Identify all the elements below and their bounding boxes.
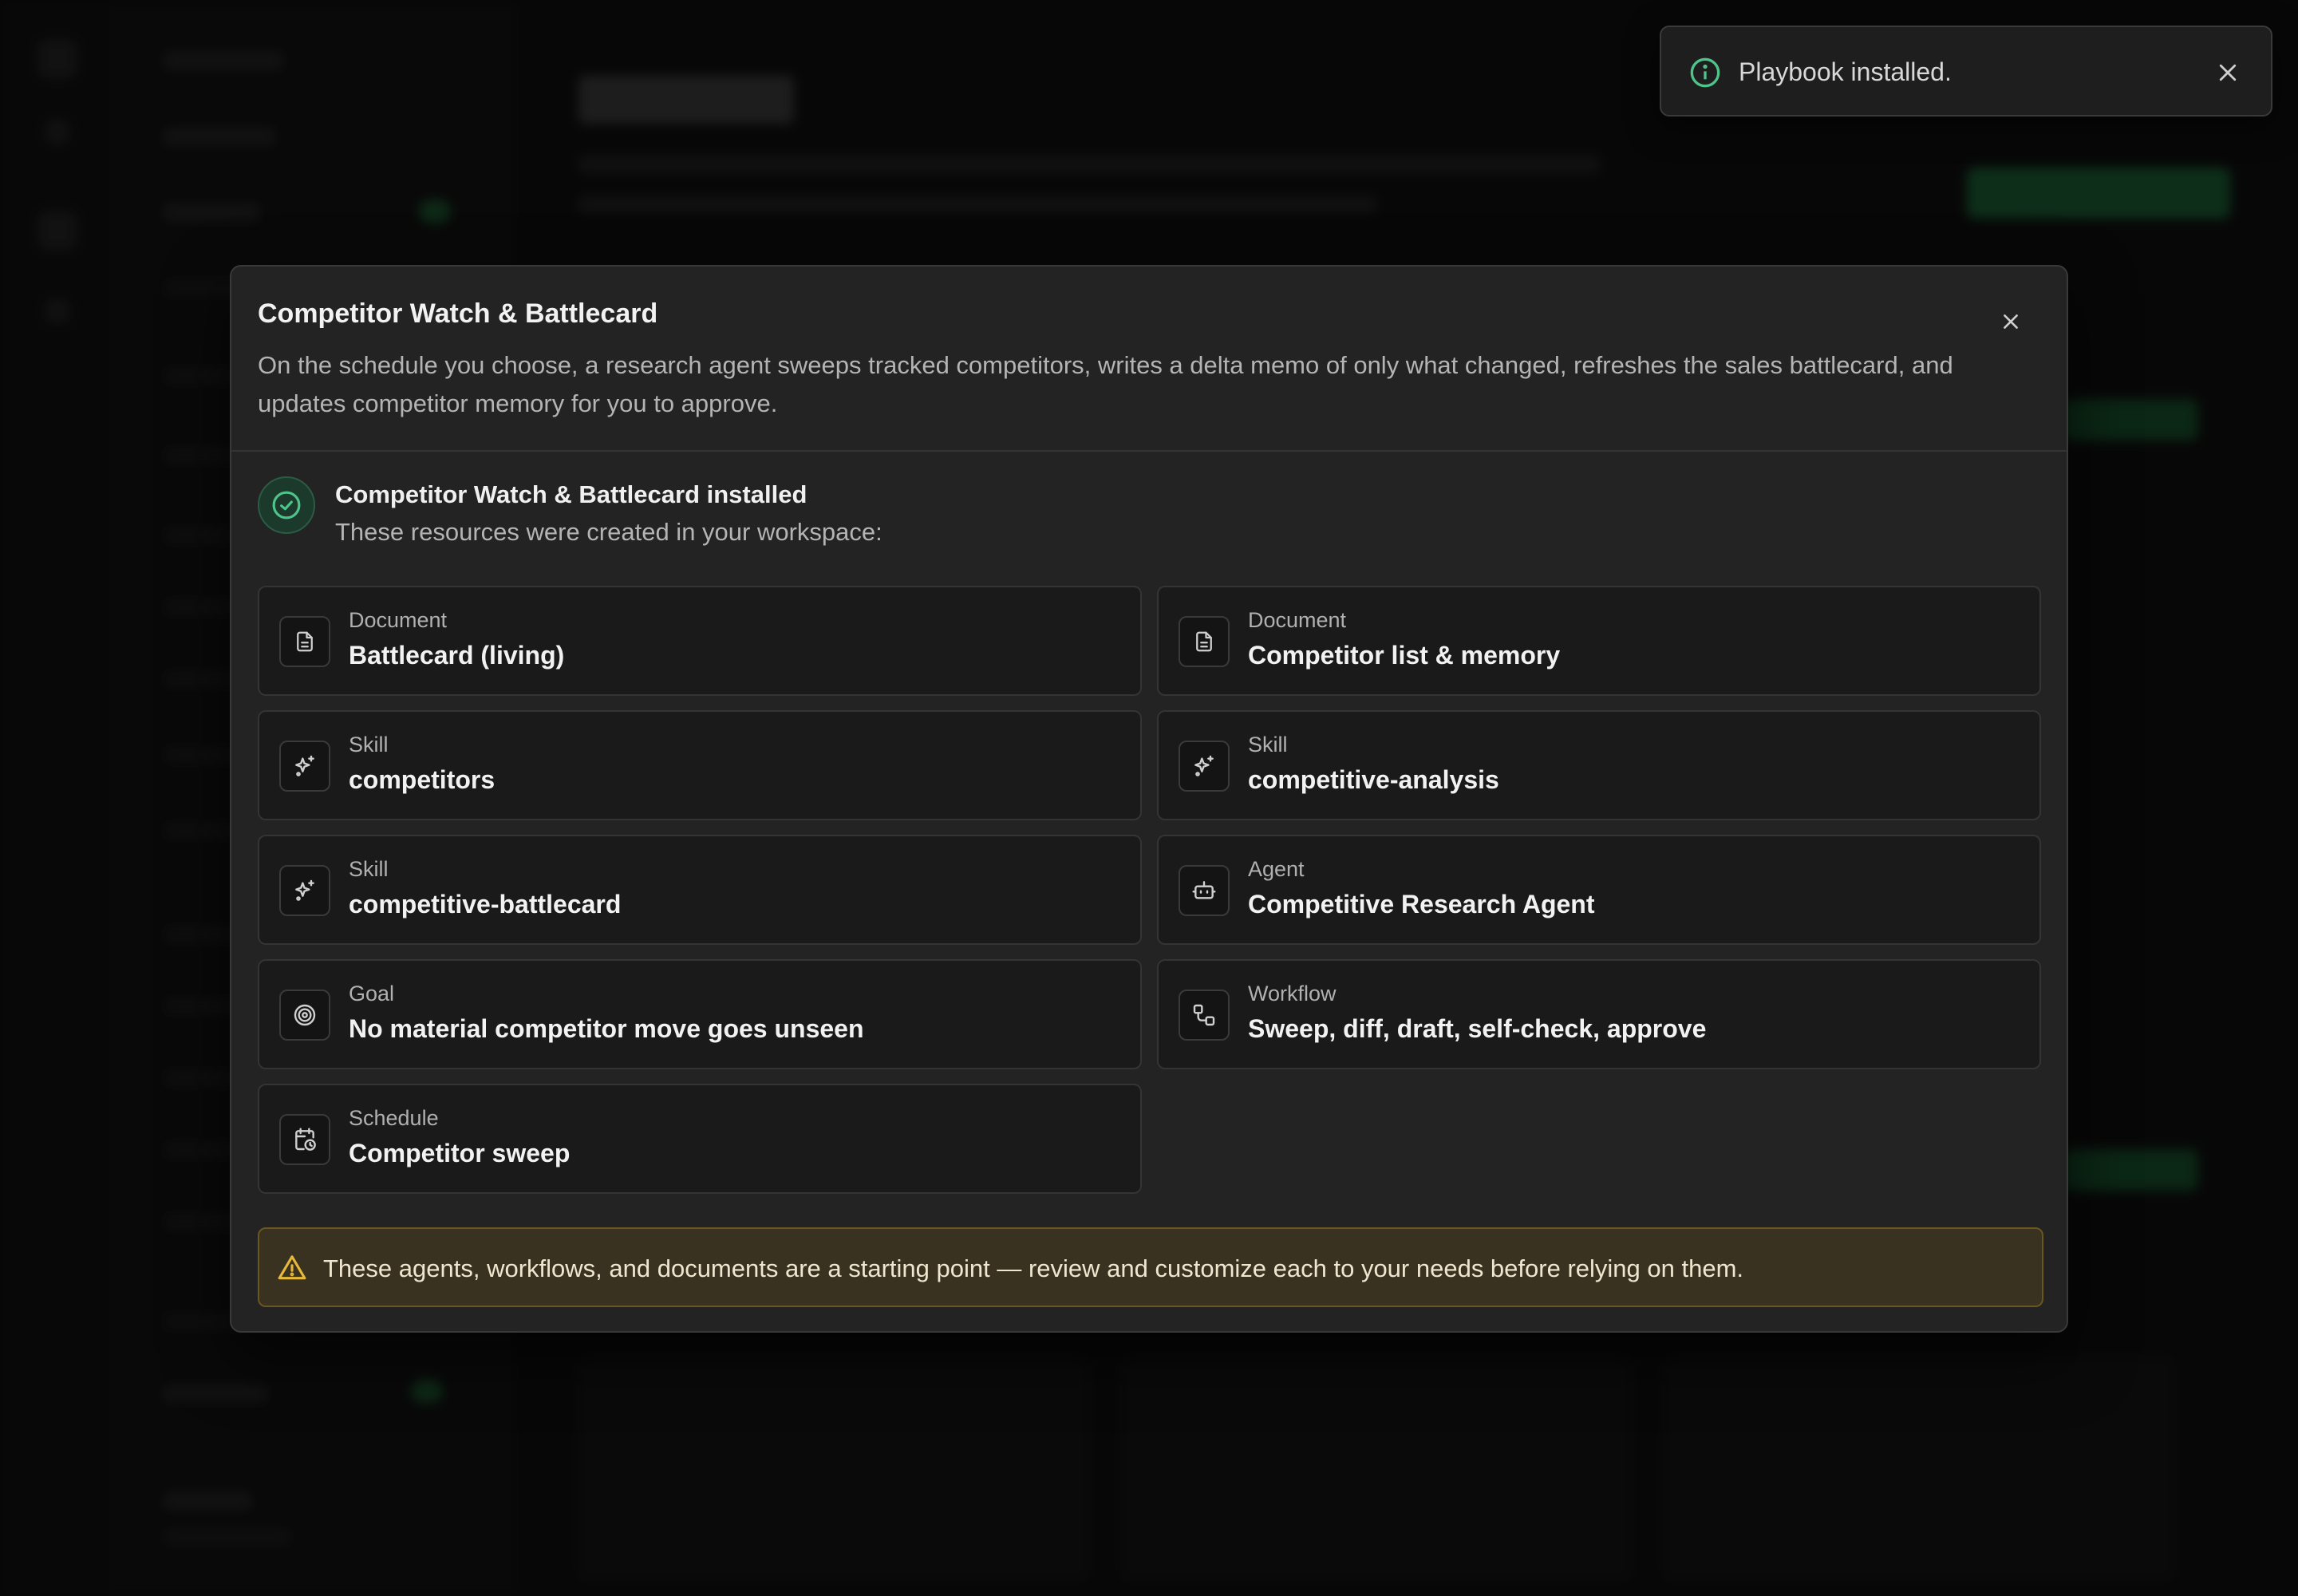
workflow-icon — [1179, 990, 1230, 1041]
calendar-clock-icon — [279, 1114, 330, 1165]
info-icon — [1690, 57, 1720, 88]
resource-type: Document — [1248, 608, 1347, 632]
resource-name: Competitor list & memory — [1248, 641, 1561, 670]
sparkles-icon — [279, 865, 330, 916]
resource-card[interactable]: Document Battlecard (living) — [258, 586, 1142, 696]
resource-name: Competitor sweep — [349, 1139, 571, 1167]
resource-type: Skill — [349, 733, 389, 757]
resource-card[interactable]: Schedule Competitor sweep — [258, 1084, 1142, 1194]
resource-card[interactable]: Document Competitor list & memory — [1157, 586, 2041, 696]
document-icon — [279, 616, 330, 667]
resource-card[interactable]: Skill competitive-battlecard — [258, 835, 1142, 945]
target-icon — [279, 990, 330, 1041]
warning-text: These agents, workflows, and documents a… — [323, 1254, 1744, 1282]
sparkles-icon — [1179, 741, 1230, 792]
resource-card[interactable]: Skill competitors — [258, 710, 1142, 820]
dialog-description: On the schedule you choose, a research a… — [258, 351, 1953, 417]
resource-name: No material competitor move goes unseen — [349, 1014, 864, 1043]
check-circle-icon — [258, 476, 315, 534]
resource-type: Goal — [349, 982, 395, 1005]
resource-name: Battlecard (living) — [349, 641, 565, 670]
resource-name: competitive-analysis — [1248, 765, 1499, 794]
resource-name: Competitive Research Agent — [1248, 890, 1595, 918]
resource-name: competitive-battlecard — [349, 890, 622, 918]
close-icon — [2219, 64, 2237, 81]
resource-type: Workflow — [1248, 982, 1337, 1005]
warning-triangle-icon — [278, 1255, 306, 1280]
document-icon — [1179, 616, 1230, 667]
install-success-title: Competitor Watch & Battlecard installed — [335, 480, 807, 508]
resources-grid: Document Battlecard (living) Document Co… — [258, 586, 2043, 1194]
resource-type: Agent — [1248, 857, 1305, 881]
close-icon — [2004, 314, 2018, 329]
resource-card[interactable]: Agent Competitive Research Agent — [1157, 835, 2041, 945]
toast-close-button[interactable] — [2209, 53, 2247, 92]
resource-card[interactable]: Workflow Sweep, diff, draft, self-check,… — [1157, 959, 2041, 1069]
dialog-close-button[interactable] — [1991, 302, 2031, 342]
playbook-installed-dialog: Competitor Watch & Battlecard On the sch… — [230, 265, 2068, 1333]
resource-type: Skill — [1248, 733, 1288, 757]
sparkles-icon — [279, 741, 330, 792]
warning-banner: These agents, workflows, and documents a… — [258, 1227, 2043, 1307]
resource-name: Sweep, diff, draft, self-check, approve — [1248, 1014, 1707, 1043]
resource-type: Skill — [349, 857, 389, 881]
resource-card[interactable]: Goal No material competitor move goes un… — [258, 959, 1142, 1069]
resource-name: competitors — [349, 765, 496, 794]
install-success-subtitle: These resources were created in your wor… — [335, 518, 882, 546]
robot-icon — [1179, 865, 1230, 916]
toast-message: Playbook installed. — [1739, 57, 1952, 86]
dialog-title: Competitor Watch & Battlecard — [258, 298, 658, 329]
resource-type: Schedule — [349, 1106, 439, 1130]
resource-card[interactable]: Skill competitive-analysis — [1157, 710, 2041, 820]
resource-type: Document — [349, 608, 448, 632]
toast-notification: Playbook installed. — [1660, 26, 2272, 117]
dialog-header: Competitor Watch & Battlecard On the sch… — [231, 267, 2067, 452]
